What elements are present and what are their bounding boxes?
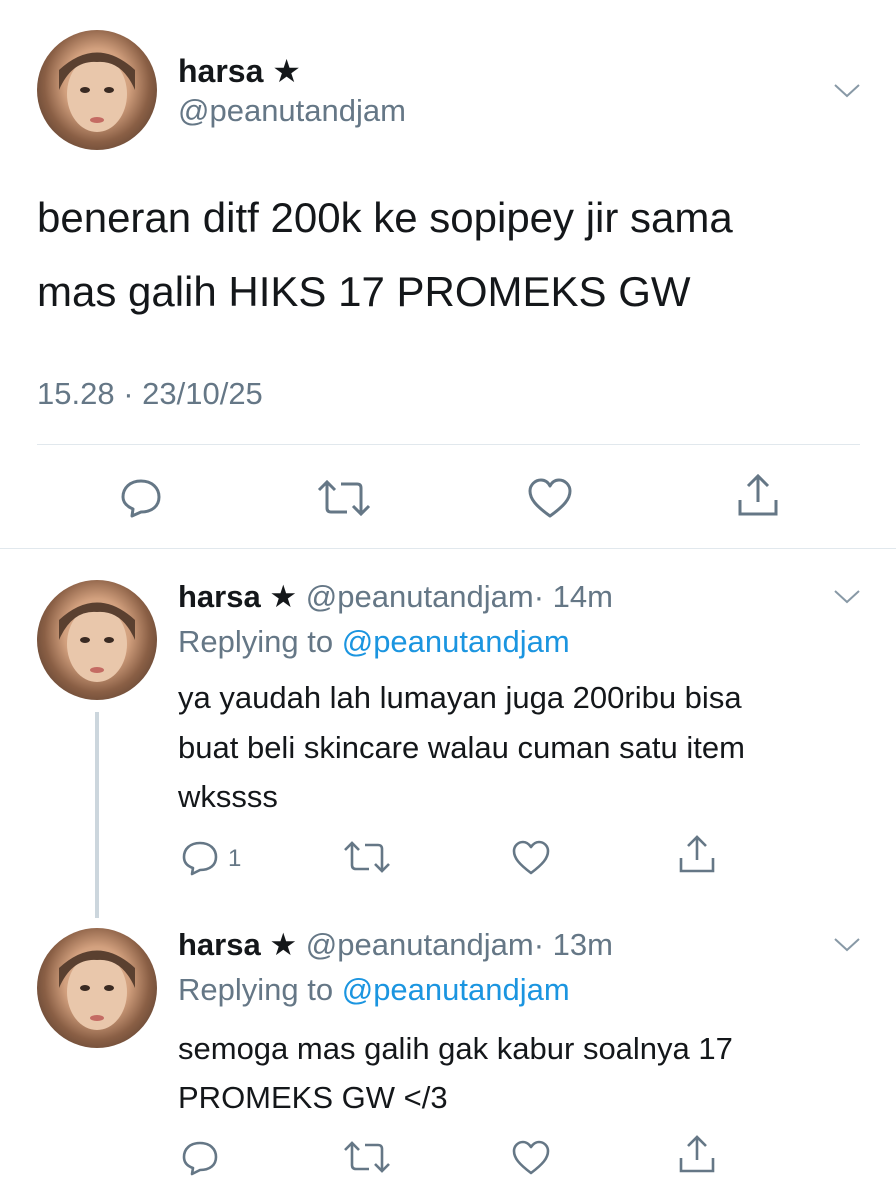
share-icon[interactable] (677, 1134, 717, 1176)
star-glyph: ★ (272, 53, 301, 89)
reply-text-line-1: semoga mas galih gak kabur soalnya 17 (178, 1031, 733, 1066)
handle[interactable]: @peanutandjam (306, 579, 534, 614)
relative-time[interactable]: · 14m (534, 579, 613, 614)
name-text[interactable]: harsa (178, 53, 263, 89)
replying-to: Replying to @peanutandjam (178, 972, 570, 1008)
reply-count: 1 (228, 845, 242, 872)
replying-to-handle[interactable]: @peanutandjam (342, 972, 570, 1007)
chevron-down-icon[interactable] (832, 934, 862, 954)
reply-icon[interactable] (180, 1139, 220, 1177)
star-glyph: ★ (269, 927, 298, 962)
share-icon[interactable] (735, 472, 781, 520)
handle[interactable]: @peanutandjam (306, 927, 534, 962)
timestamp[interactable]: 15.28 · 23/10/25 (37, 376, 263, 412)
reply-icon[interactable] (180, 839, 220, 877)
retweet-icon[interactable] (342, 1140, 392, 1174)
display-name[interactable]: harsa ★ (178, 52, 301, 90)
chevron-down-icon[interactable] (832, 80, 862, 100)
reply-text-line-2: buat beli skincare walau cuman satu item (178, 730, 745, 765)
reply-icon[interactable] (118, 476, 164, 520)
thread-line (95, 712, 99, 918)
reply-header: harsa ★ @peanutandjam· 14m (178, 579, 613, 615)
chevron-down-icon[interactable] (832, 586, 862, 606)
like-icon[interactable] (510, 838, 552, 876)
display-name[interactable]: harsa (178, 927, 261, 962)
star-glyph: ★ (269, 579, 298, 614)
reply-header: harsa ★ @peanutandjam· 13m (178, 927, 613, 963)
replying-to-label: Replying to (178, 624, 334, 659)
like-icon[interactable] (510, 1138, 552, 1176)
handle[interactable]: @peanutandjam (178, 93, 406, 129)
reply-text-line-1: ya yaudah lah lumayan juga 200ribu bisa (178, 680, 742, 715)
replying-to: Replying to @peanutandjam (178, 624, 570, 660)
relative-time[interactable]: · 13m (534, 927, 613, 962)
avatar[interactable] (37, 30, 157, 150)
reply-text-line-2: PROMEKS GW </3 (178, 1080, 448, 1115)
replying-to-handle[interactable]: @peanutandjam (342, 624, 570, 659)
reply-text-line-3: wkssss (178, 779, 278, 814)
tweet-text-line-2: mas galih HIKS 17 PROMEKS GW (37, 268, 691, 315)
retweet-icon[interactable] (315, 478, 373, 518)
display-name[interactable]: harsa (178, 579, 261, 614)
share-icon[interactable] (677, 834, 717, 876)
section-divider (0, 548, 896, 549)
retweet-icon[interactable] (342, 840, 392, 874)
tweet-text-line-1: beneran ditf 200k ke sopipey jir sama (37, 194, 733, 241)
like-icon[interactable] (526, 476, 574, 520)
avatar[interactable] (37, 580, 157, 700)
avatar[interactable] (37, 928, 157, 1048)
replying-to-label: Replying to (178, 972, 334, 1007)
divider (37, 444, 860, 445)
